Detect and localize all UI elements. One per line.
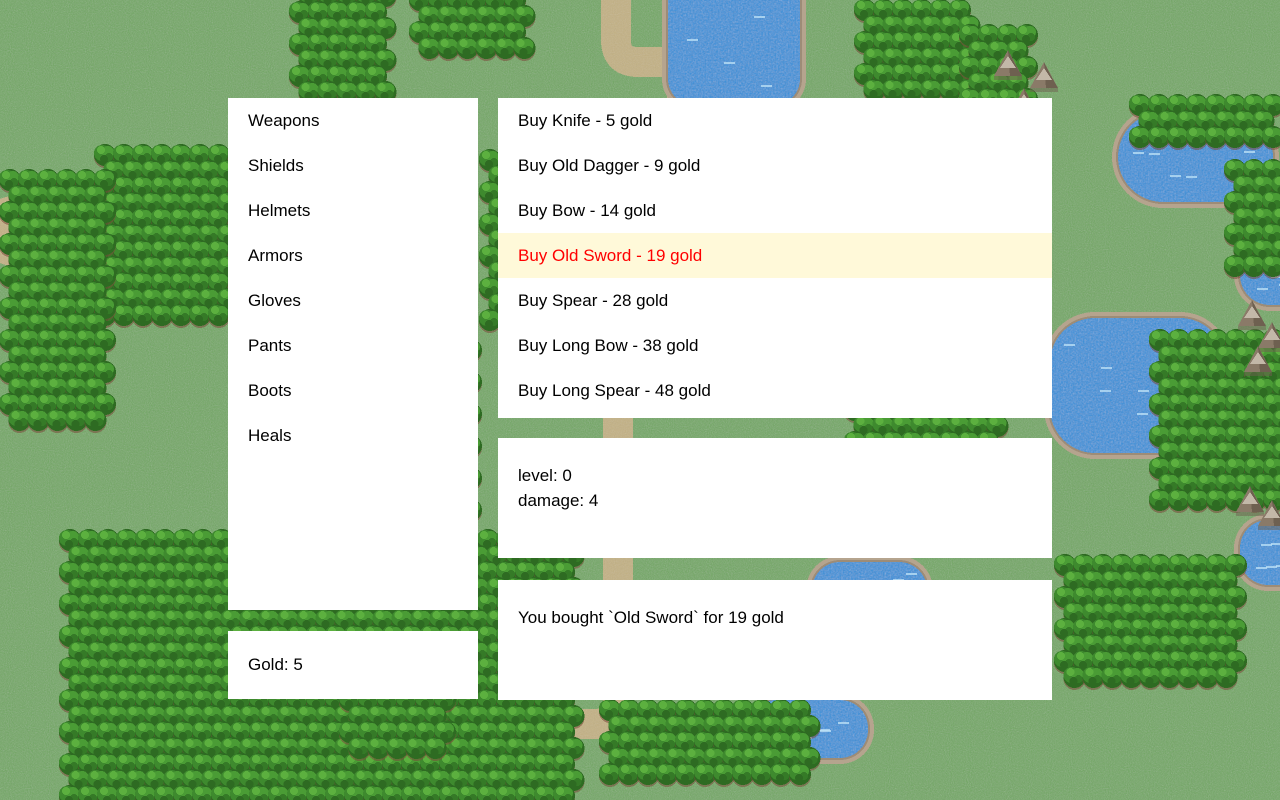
shop-item-panel: Buy Knife - 5 gold Buy Old Dagger - 9 gol…	[498, 98, 1052, 418]
category-item-weapons[interactable]: Weapons	[228, 98, 478, 143]
shop-item-knife[interactable]: Buy Knife - 5 gold	[498, 98, 1052, 143]
category-list: Weapons Shields Helmets Armors Gloves Pants Bo…	[228, 98, 478, 458]
stat-damage: damage: 4	[518, 491, 599, 510]
shop-item-old-dagger[interactable]: Buy Old Dagger - 9 gold	[498, 143, 1052, 188]
category-item-shields[interactable]: Shields	[228, 143, 478, 188]
message-text: You bought `Old Sword` for 19 gold	[518, 608, 784, 627]
category-item-pants[interactable]: Pants	[228, 323, 478, 368]
category-item-helmets[interactable]: Helmets	[228, 188, 478, 233]
shop-item-long-spear[interactable]: Buy Long Spear - 48 gold	[498, 368, 1052, 413]
shop-item-bow[interactable]: Buy Bow - 14 gold	[498, 188, 1052, 233]
category-item-heals[interactable]: Heals	[228, 413, 478, 458]
shop-item-old-sword[interactable]: Buy Old Sword - 19 gold	[498, 233, 1052, 278]
category-item-boots[interactable]: Boots	[228, 368, 478, 413]
shop-item-spear[interactable]: Buy Spear - 28 gold	[498, 278, 1052, 323]
category-item-armors[interactable]: Armors	[228, 233, 478, 278]
shop-ui-overlay: Weapons Shields Helmets Armors Gloves Pants Bo…	[0, 0, 1280, 800]
stat-level: level: 0	[518, 466, 572, 485]
category-panel: Weapons Shields Helmets Armors Gloves Pants Bo…	[228, 98, 478, 610]
gold-label: Gold: 5	[248, 655, 303, 674]
gold-panel: Gold: 5	[228, 631, 478, 699]
stats-panel: level: 0 damage: 4	[498, 438, 1052, 558]
message-panel: You bought `Old Sword` for 19 gold	[498, 580, 1052, 700]
category-item-gloves[interactable]: Gloves	[228, 278, 478, 323]
shop-item-list: Buy Knife - 5 gold Buy Old Dagger - 9 gol…	[498, 98, 1052, 413]
shop-item-long-bow[interactable]: Buy Long Bow - 38 gold	[498, 323, 1052, 368]
